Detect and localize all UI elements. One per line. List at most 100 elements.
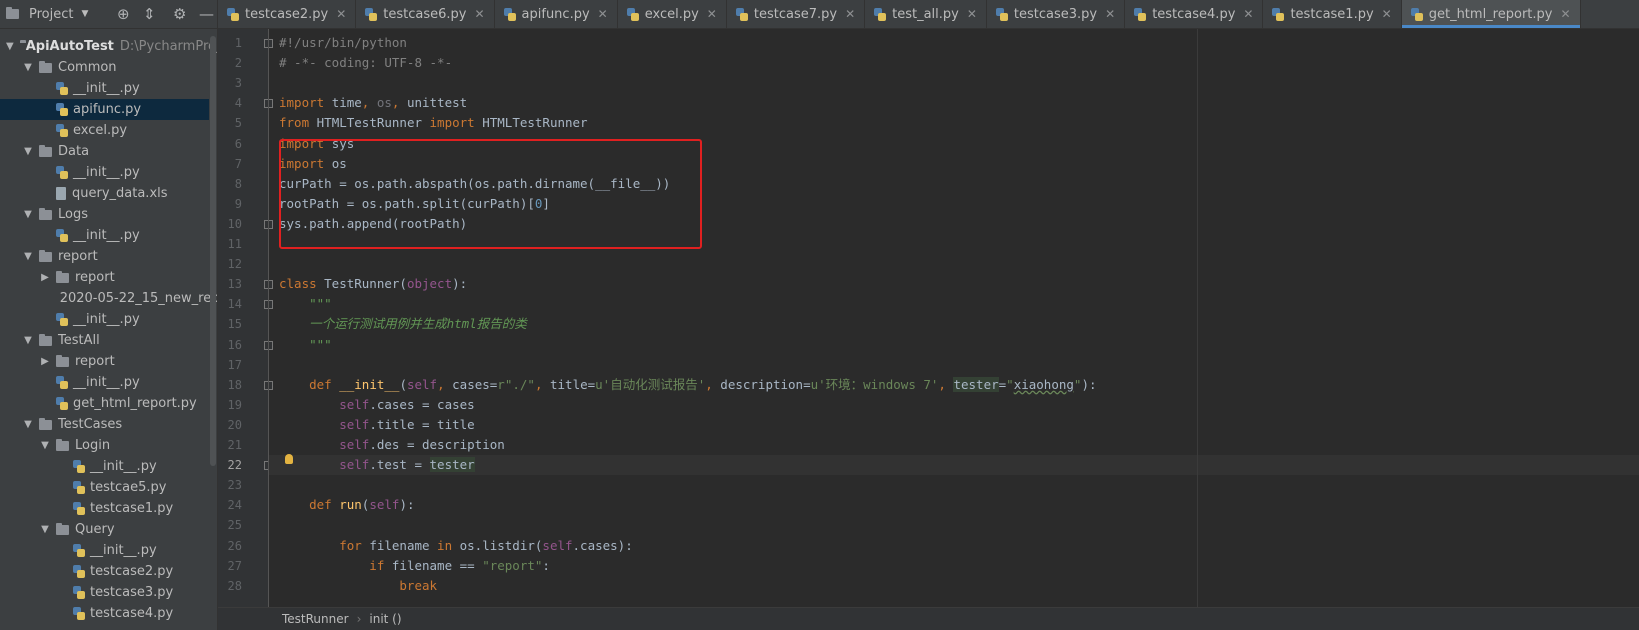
expand-arrow-icon[interactable]: ▼ (23, 335, 33, 346)
line-number: 1 (234, 36, 242, 50)
tree-file[interactable]: ▶excel.py (0, 120, 209, 141)
tree-folder[interactable]: ▼ Data (0, 141, 209, 162)
tree-file[interactable]: ▶__init__.py (0, 162, 209, 183)
tree-item-label: testcase2.py (90, 564, 174, 579)
code-line[interactable]: self.cases = cases (279, 395, 474, 415)
tree-folder[interactable]: ▼ ApiAutoTest D:\PycharmProjects\ (0, 36, 217, 57)
tree-item-label: testcae5.py (90, 480, 167, 495)
project-title[interactable]: Project (29, 7, 73, 22)
tree-folder[interactable]: ▼ Common (0, 57, 209, 78)
tree-file[interactable]: ▶testcase3.py (0, 582, 209, 603)
tree-file[interactable]: ▶__init__.py (0, 372, 209, 393)
tree-item-label: Common (58, 60, 117, 75)
close-icon[interactable]: ✕ (1105, 7, 1115, 21)
code-line[interactable]: self.test = tester (279, 455, 475, 475)
tree-file[interactable]: ▶testcase1.py (0, 498, 209, 519)
close-icon[interactable]: ✕ (336, 7, 346, 21)
tree-file[interactable]: ▶apifunc.py (0, 99, 209, 120)
folder-icon (56, 354, 69, 367)
tree-file[interactable]: ▶__init__.py (0, 456, 209, 477)
tree-folder[interactable]: ▶ report (0, 351, 209, 372)
code-line[interactable]: break (279, 576, 437, 596)
tree-item-label: report (75, 270, 115, 285)
code-line[interactable]: self.title = title (279, 415, 474, 435)
gear-icon[interactable]: ⚙ (173, 6, 186, 22)
close-icon[interactable]: ✕ (474, 7, 484, 21)
tree-file[interactable]: ▶query_data.xls (0, 183, 209, 204)
expand-arrow-icon[interactable]: ▼ (23, 419, 33, 430)
expand-arrow-icon[interactable]: ▼ (40, 440, 50, 451)
expand-arrow-icon[interactable]: ▼ (23, 146, 33, 157)
close-icon[interactable]: ✕ (598, 7, 608, 21)
expand-arrow-icon[interactable]: ▼ (6, 41, 14, 52)
tree-file[interactable]: ▶testcase4.py (0, 603, 209, 624)
expand-arrow-icon[interactable]: ▼ (23, 62, 33, 73)
editor-tab[interactable]: excel.py ✕ (618, 0, 727, 28)
breadcrumb-class[interactable]: TestRunner (282, 612, 349, 626)
editor-tab[interactable]: apifunc.py ✕ (495, 0, 618, 28)
collapse-arrow-icon[interactable]: ▶ (40, 272, 50, 283)
code-line[interactable]: def __init__(self, cases=r"./", title=u'… (279, 375, 1097, 395)
code-line[interactable]: #!/usr/bin/python (279, 33, 407, 53)
code-editor[interactable]: 1 2 3 4 5 6 7 8 9 10 11 12 13 14 15 16 17 18 19 20 21 22 23 24 2… (218, 29, 1639, 608)
line-number: 9 (234, 196, 242, 211)
code-line[interactable]: 一个运行测试用例并生成html报告的类 (279, 314, 527, 334)
code-line[interactable]: import time, os, unittest (279, 93, 467, 113)
chevron-down-icon[interactable]: ▼ (81, 9, 88, 19)
editor-tab[interactable]: testcase7.py ✕ (727, 0, 866, 28)
editor-tab[interactable]: testcase4.py ✕ (1125, 0, 1264, 28)
code-token: __init__ (339, 376, 400, 392)
collapse-arrow-icon[interactable]: ▶ (40, 356, 50, 367)
code-token: tester (429, 457, 475, 473)
code-line[interactable]: def run(self): (279, 495, 414, 515)
tree-folder[interactable]: ▼ report (0, 246, 209, 267)
tree-file[interactable]: ▶__init__.py (0, 309, 209, 330)
expand-arrow-icon[interactable]: ▼ (23, 251, 33, 262)
locate-icon[interactable]: ⊕ (117, 6, 130, 22)
close-icon[interactable]: ✕ (1382, 7, 1392, 21)
close-icon[interactable]: ✕ (845, 7, 855, 21)
tree-file[interactable]: ▶__init__.py (0, 225, 209, 246)
editor-tab[interactable]: testcase3.py ✕ (987, 0, 1126, 28)
code-line[interactable]: class TestRunner(object): (279, 274, 467, 294)
code-line[interactable]: """ (279, 294, 332, 314)
tree-file[interactable]: ▶get_html_report.py (0, 393, 209, 414)
tree-file[interactable]: ▶testcase2.py (0, 561, 209, 582)
expand-arrow-icon[interactable]: ▼ (40, 524, 50, 535)
code-line[interactable]: if filename == "report": (279, 556, 550, 576)
editor-tab[interactable]: testcase6.py ✕ (356, 0, 495, 28)
code-line[interactable]: self.des = description (279, 435, 505, 455)
tree-folder[interactable]: ▼ Logs (0, 204, 209, 225)
editor-tab[interactable]: testcase2.py ✕ (218, 0, 357, 28)
editor-tab[interactable]: test_all.py ✕ (865, 0, 987, 28)
editor-tab[interactable]: testcase1.py ✕ (1263, 0, 1402, 28)
tree-file[interactable]: ▶testcae5.py (0, 477, 209, 498)
close-icon[interactable]: ✕ (1560, 7, 1570, 21)
collapse-all-icon[interactable]: ⇕ (143, 6, 156, 22)
breadcrumb-method[interactable]: init () (369, 612, 401, 626)
code-token: HTMLTestRunner (482, 115, 588, 131)
line-number: 11 (227, 237, 242, 251)
close-icon[interactable]: ✕ (1243, 7, 1253, 21)
tree-file[interactable]: ▶__init__.py (0, 78, 209, 99)
expand-arrow-icon[interactable]: ▼ (23, 209, 33, 220)
tree-file[interactable]: ▶__init__.py (0, 540, 209, 561)
tree-item-label: query_data.xls (72, 186, 168, 201)
code-line[interactable]: for filename in os.listdir(self.cases): (279, 536, 633, 556)
editor-tab[interactable]: get_html_report.py ✕ (1401, 0, 1581, 28)
code-line[interactable]: # -*- coding: UTF-8 -*- (279, 53, 452, 73)
close-icon[interactable]: ✕ (707, 7, 717, 21)
python-file-icon (73, 607, 85, 620)
tree-folder[interactable]: ▶ report (0, 267, 209, 288)
tree-folder[interactable]: ▼ TestAll (0, 330, 209, 351)
tree-folder[interactable]: ▼ Login (0, 435, 209, 456)
code-token: time (331, 95, 362, 111)
close-icon[interactable]: ✕ (967, 7, 977, 21)
tree-folder[interactable]: ▼ Query (0, 519, 209, 540)
tree-folder[interactable]: ▼ TestCases (0, 414, 209, 435)
tree-file[interactable]: ▶2020-05-22_15_new_report_s (0, 288, 217, 309)
hide-icon[interactable]: — (199, 6, 214, 22)
tree-scrollbar[interactable] (210, 36, 216, 466)
code-line[interactable]: """ (279, 335, 332, 355)
code-line[interactable]: from HTMLTestRunner import HTMLTestRunne… (279, 113, 588, 133)
